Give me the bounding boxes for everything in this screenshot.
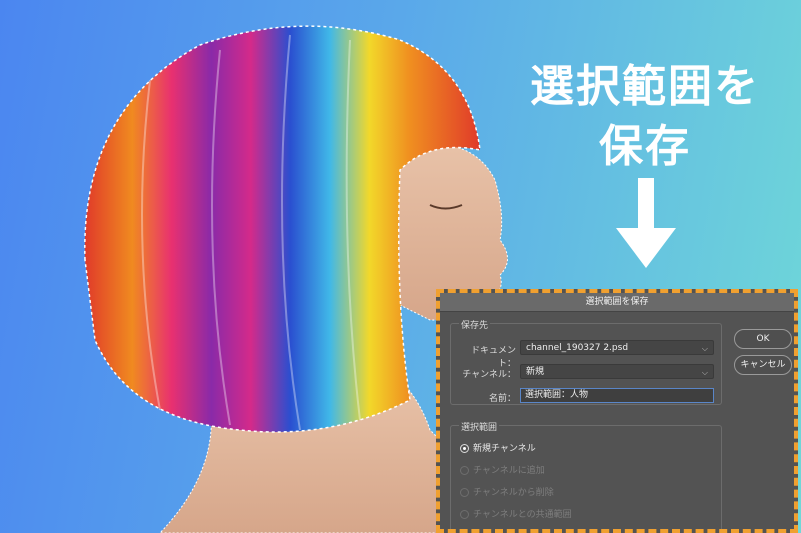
option-label: チャンネルに追加 xyxy=(473,466,545,476)
option-label: 新規チャンネル xyxy=(473,444,536,454)
document-select-value: channel_190327 2.psd xyxy=(526,343,629,353)
radio-icon xyxy=(460,510,469,519)
document-select[interactable]: channel_190327 2.psd ⌵ xyxy=(520,340,714,355)
chevron-down-icon: ⌵ xyxy=(701,368,708,377)
radio-selected-icon xyxy=(460,444,469,453)
ok-button[interactable]: OK xyxy=(734,329,792,349)
selection-group-title: 選択範囲 xyxy=(459,420,500,433)
headline-line-1: 選択範囲を xyxy=(530,61,760,112)
name-label: 名前： xyxy=(488,394,516,404)
cancel-button[interactable]: キャンセル xyxy=(734,355,792,375)
channel-select-value: 新規 xyxy=(526,367,545,377)
radio-subtract-from-channel[interactable]: チャンネルから削除 xyxy=(460,485,554,498)
option-label: チャンネルとの共通範囲 xyxy=(473,510,572,520)
radio-new-channel[interactable]: 新規チャンネル xyxy=(460,441,536,454)
destination-group-title: 保存先 xyxy=(459,318,491,331)
name-field[interactable]: 選択範囲：人物 xyxy=(520,388,714,403)
document-label: ドキュメント： xyxy=(470,346,516,369)
radio-icon xyxy=(460,466,469,475)
down-arrow-icon xyxy=(616,178,676,268)
chevron-down-icon: ⌵ xyxy=(701,344,708,353)
channel-select[interactable]: 新規 ⌵ xyxy=(520,364,714,379)
dialog-title: 選択範囲を保存 xyxy=(440,293,794,312)
radio-intersect-channel[interactable]: チャンネルとの共通範囲 xyxy=(460,507,572,520)
option-label: チャンネルから削除 xyxy=(473,488,554,498)
channel-label: チャンネル： xyxy=(462,370,516,380)
headline-line-2: 保存 xyxy=(599,121,691,172)
radio-icon xyxy=(460,488,469,497)
save-selection-dialog: 選択範囲を保存 保存先 ドキュメント： channel_190327 2.psd… xyxy=(436,289,798,533)
radio-add-to-channel[interactable]: チャンネルに追加 xyxy=(460,463,545,476)
